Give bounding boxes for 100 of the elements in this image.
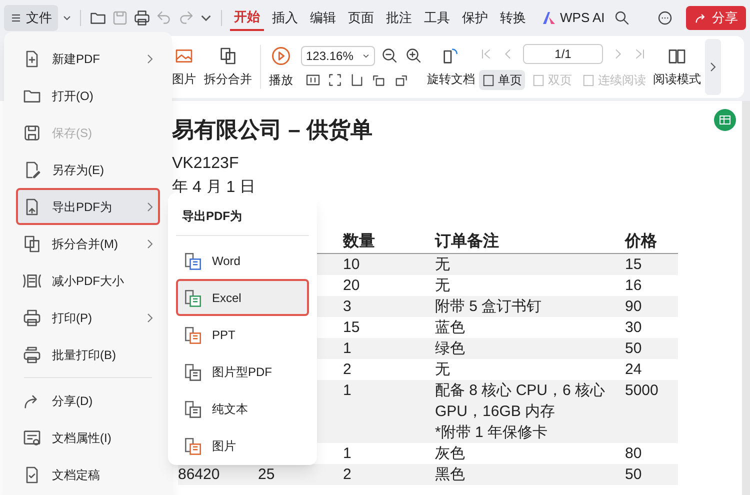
- table-cell-text: 16: [625, 276, 643, 296]
- chevron-right-icon: [146, 312, 154, 324]
- export-option[interactable]: 图片型PDF: [176, 353, 309, 390]
- table-cell-text: 配备 8 核心 CPU，6 核心 GPU，16GB 内存 *附带 1 年保修卡: [435, 381, 606, 443]
- file-menu-button[interactable]: 文件: [4, 5, 58, 31]
- play-button[interactable]: 播放: [269, 45, 293, 89]
- ribbon-tab[interactable]: 页面: [344, 5, 378, 31]
- table-cell-text: 2: [343, 465, 352, 485]
- ribbon-tab[interactable]: 编辑: [306, 5, 340, 31]
- zoom-out-icon[interactable]: [381, 47, 399, 65]
- split-merge-button[interactable]: 拆分合并: [204, 46, 252, 88]
- table-cell-text: 5000: [625, 381, 660, 401]
- menu-item[interactable]: 减小PDF大小: [16, 262, 160, 299]
- column-header: 价格: [625, 232, 658, 252]
- table-extract-button[interactable]: [714, 109, 736, 131]
- table-cell-text: 1: [343, 381, 352, 401]
- picture-button[interactable]: 图片: [172, 46, 196, 88]
- table-cell-text: 1: [343, 339, 352, 359]
- menu-item[interactable]: 打印(P): [16, 299, 160, 336]
- fit-width-icon[interactable]: [349, 72, 365, 88]
- table-cell-text: 无: [435, 360, 451, 380]
- save-icon: [22, 122, 42, 142]
- print-icon[interactable]: [133, 9, 151, 27]
- menu-item[interactable]: 分享(D): [16, 382, 160, 419]
- chevron-right-icon: [709, 61, 717, 73]
- table-icon: [719, 114, 731, 126]
- export-option[interactable]: Word: [176, 242, 309, 279]
- page-field[interactable]: 1/1: [523, 44, 603, 64]
- table-cell-text: 80: [625, 444, 643, 464]
- menu-item[interactable]: 新建PDF: [16, 40, 160, 77]
- table-cell-text: 无: [435, 276, 451, 296]
- search-icon[interactable]: [612, 9, 631, 27]
- export-option[interactable]: 图片: [176, 427, 309, 464]
- view-mode-button[interactable]: 单页: [479, 70, 525, 90]
- chevron-right-icon: [146, 238, 154, 250]
- export-option[interactable]: Excel: [176, 279, 309, 316]
- column-header: 订单备注: [435, 231, 500, 252]
- table-cell-text: 20: [343, 276, 361, 296]
- table-cell-text: 10: [343, 255, 361, 275]
- export-option[interactable]: PPT: [176, 316, 309, 353]
- menu-item[interactable]: 文档属性(I): [16, 419, 160, 456]
- menu-item[interactable]: 文档定稿: [16, 456, 160, 493]
- table-cell-text: 24: [625, 360, 643, 380]
- table-cell-text: 灰色: [435, 444, 466, 464]
- table-cell-text: 15: [625, 255, 643, 275]
- chevron-down-icon[interactable]: [62, 13, 72, 23]
- rotate-document-button[interactable]: 旋转文档: [427, 46, 475, 88]
- menu-item[interactable]: 打开(O): [16, 77, 160, 114]
- table-cell-text: 1: [343, 444, 352, 464]
- batch-icon: [22, 344, 42, 364]
- split-icon: [22, 234, 42, 254]
- menu-item[interactable]: 批量打印(B): [16, 336, 160, 373]
- ai-logo-icon: [542, 11, 556, 25]
- reading-mode-button[interactable]: 阅读模式: [653, 46, 701, 88]
- table-cell-text: 90: [625, 297, 643, 317]
- table-cell-text: 15: [343, 318, 361, 338]
- chevron-down-icon: [362, 52, 370, 60]
- table-cell-text: 2: [343, 360, 352, 380]
- actual-size-icon[interactable]: [305, 72, 321, 88]
- export-option[interactable]: 纯文本: [176, 390, 309, 427]
- chevron-right-icon: [146, 200, 154, 212]
- chevron-right-icon: [146, 52, 154, 64]
- table-cell-text: 附带 5 盒订书钉: [435, 297, 543, 317]
- zoom-in-icon[interactable]: [405, 47, 423, 65]
- column-header: 数量: [343, 232, 376, 252]
- menu-item[interactable]: 拆分合并(M): [16, 225, 160, 262]
- fit-page-icon[interactable]: [327, 72, 343, 88]
- ribbon-tab[interactable]: 转换: [496, 5, 530, 31]
- ribbon-tab[interactable]: 保护: [458, 5, 492, 31]
- share-button[interactable]: 分享: [686, 6, 746, 30]
- table-cell-text: 绿色: [435, 339, 466, 359]
- split-merge-icon: [218, 46, 238, 66]
- document-title: 易有限公司 – 供货单: [172, 116, 372, 144]
- table-cell-text: 无: [435, 255, 451, 275]
- table-cell-text: 黑色: [435, 465, 466, 485]
- page-view-icon: [532, 74, 545, 86]
- play-icon: [270, 45, 292, 67]
- props-icon: [22, 428, 42, 448]
- submenu-title: 导出PDF为: [176, 207, 309, 236]
- page-view-icon: [482, 74, 495, 86]
- table-cell-text: 86420: [178, 465, 221, 485]
- print-icon: [22, 308, 42, 328]
- table-cell-text: 3: [343, 297, 352, 317]
- table-cell-text: 50: [625, 339, 643, 359]
- menu-item[interactable]: 另存为(E): [16, 151, 160, 188]
- table-cell-text: 蓝色: [435, 318, 466, 338]
- wps-ai-button[interactable]: WPS AI: [538, 8, 609, 28]
- ribbon-tab[interactable]: 批注: [382, 5, 416, 31]
- ribbon-tab[interactable]: 开始: [230, 5, 264, 31]
- table-cell-text: 30: [625, 318, 643, 338]
- zoom-field[interactable]: 123.16%: [301, 46, 375, 66]
- ribbon-tab[interactable]: 工具: [420, 5, 454, 31]
- ribbon-tab[interactable]: 插入: [268, 5, 302, 31]
- menu-item[interactable]: 导出PDF为: [16, 188, 160, 225]
- table-cell-text: 50: [625, 465, 643, 485]
- chat-icon[interactable]: [656, 9, 674, 27]
- table-cell-text: 25: [258, 465, 276, 485]
- page-view-icon: [582, 74, 595, 86]
- document-text: VK2123F: [172, 154, 240, 174]
- menu-icon: [10, 12, 22, 24]
